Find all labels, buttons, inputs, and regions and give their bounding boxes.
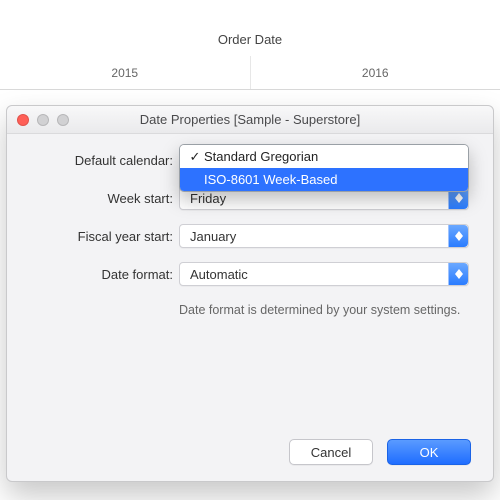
bg-column-title: Order Date [0,32,500,47]
cancel-button[interactable]: Cancel [289,439,373,465]
select-date-format-value: Automatic [190,267,248,282]
dropdown-default-calendar[interactable]: ✓ Standard Gregorian ISO-8601 Week-Based [179,144,469,192]
bg-year-axis: 2015 2016 [0,56,500,90]
select-date-format[interactable]: Automatic [179,262,469,286]
row-date-format-help: Date format is determined by your system… [31,300,469,319]
option-label: Standard Gregorian [204,149,318,164]
dialog-titlebar: Date Properties [Sample - Superstore] [7,106,493,134]
close-icon[interactable] [17,114,29,126]
row-fiscal-year-start: Fiscal year start: January [31,224,469,248]
select-week-start-value: Friday [190,191,226,206]
ok-button[interactable]: OK [387,439,471,465]
label-week-start: Week start: [31,191,179,206]
date-properties-dialog: Date Properties [Sample - Superstore] De… [6,105,494,482]
dialog-title: Date Properties [Sample - Superstore] [7,112,493,127]
row-date-format: Date format: Automatic [31,262,469,286]
select-fiscal-year-start-value: January [190,229,236,244]
option-standard-gregorian[interactable]: ✓ Standard Gregorian [180,145,468,168]
checkmark-icon: ✓ [186,149,204,165]
window-controls [17,114,69,126]
label-default-calendar: Default calendar: [31,153,179,168]
option-label: ISO-8601 Week-Based [204,172,337,187]
bg-year-cell: 2016 [251,56,500,89]
label-date-format: Date format: [31,267,179,282]
stepper-icon [448,263,468,285]
maximize-icon [57,114,69,126]
select-fiscal-year-start[interactable]: January [179,224,469,248]
stepper-icon [448,225,468,247]
bg-year-cell: 2015 [0,56,251,89]
dialog-button-bar: Cancel OK [7,429,493,481]
date-format-help-text: Date format is determined by your system… [179,300,469,319]
option-iso-8601[interactable]: ISO-8601 Week-Based [180,168,468,191]
dialog-form: Default calendar: Standard Gregorian Wee… [7,134,493,429]
label-fiscal-year-start: Fiscal year start: [31,229,179,244]
minimize-icon [37,114,49,126]
